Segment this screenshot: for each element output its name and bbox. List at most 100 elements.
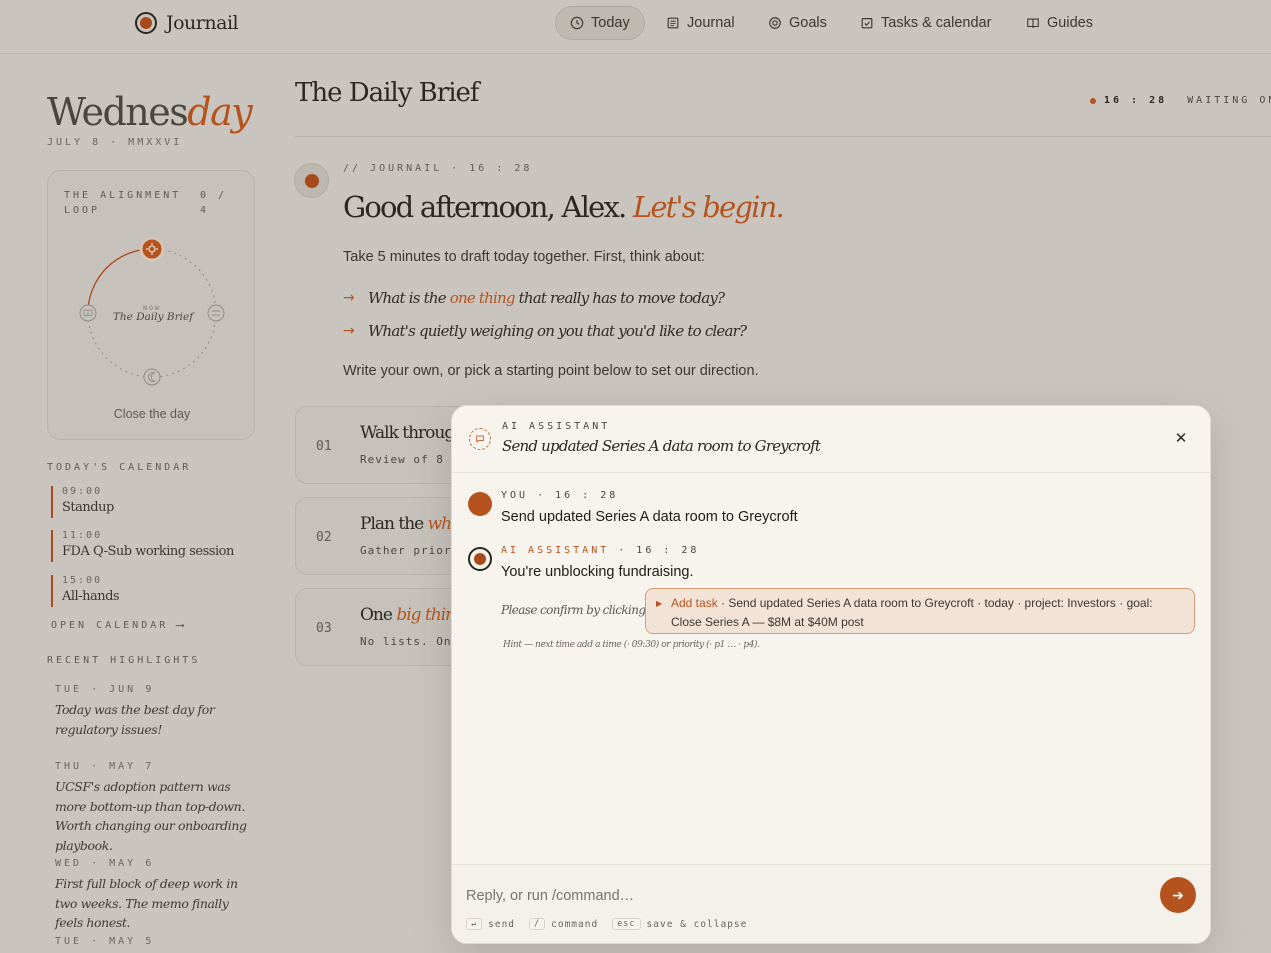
nav-tab-label: Journal <box>687 15 735 31</box>
loop-current-step: The Daily Brief <box>112 311 194 323</box>
calendar-event[interactable]: 09:00 Standup <box>51 486 114 518</box>
nav-tab-label: Guides <box>1047 15 1093 31</box>
calendar-section-label: TODAY'S CALENDAR <box>47 462 192 473</box>
clock-icon <box>570 16 584 30</box>
highlights-section-label: RECENT HIGHLIGHTS <box>47 655 201 666</box>
event-time: 11:00 <box>62 530 103 541</box>
nav-tab-tasks-calendar[interactable]: Tasks & calendar <box>846 6 1005 40</box>
nav-tab-label: Goals <box>789 15 827 31</box>
date-subtitle: JULY 8 · MMXXVI <box>47 137 183 148</box>
highlight-date: THU · MAY 7 <box>55 761 155 772</box>
greeting-heading: Good afternoon, Alex. Let's begin. <box>343 190 785 224</box>
dialog-kicker: AI ASSISTANT <box>502 421 611 432</box>
shortcut-save-collapse: esc save & collapse <box>612 918 747 930</box>
loop-progress-count: 0 / 4 <box>200 190 228 216</box>
status-text: WAITING ON Y <box>1187 95 1271 106</box>
highlight-date: TUE · MAY 5 <box>55 936 155 947</box>
nav-tab-label: Today <box>591 15 630 31</box>
reply-input[interactable] <box>466 885 1146 907</box>
loop-step-tasks-icon[interactable] <box>207 304 225 322</box>
starter-number: 01 <box>316 439 332 454</box>
starter-number: 02 <box>316 530 332 545</box>
shortcut-send: ↵ send <box>466 918 515 930</box>
arrow-right-icon: → <box>343 323 355 339</box>
nav-tab-journal[interactable]: Journal <box>652 6 749 40</box>
event-name: All-hands <box>62 589 120 604</box>
notebook-icon <box>667 17 679 29</box>
arrow-right-icon: ➔ <box>1172 886 1184 903</box>
starter-number: 03 <box>316 621 332 636</box>
target-icon <box>769 17 781 29</box>
alignment-loop-card: THE ALIGNMENT LOOP 0 / 4 NOW The Daily B… <box>47 170 255 440</box>
nav-tab-goals[interactable]: Goals <box>754 6 841 40</box>
reflection-prompt: → What's quietly weighing on you that yo… <box>343 322 747 340</box>
highlight-item[interactable]: TUE · MAY 5 <box>55 936 255 947</box>
assistant-message-text: You're unblocking fundraising. <box>501 564 694 580</box>
status-dot-icon <box>1090 97 1096 104</box>
intro-text: Take 5 minutes to draft today together. … <box>343 249 705 265</box>
arrow-right-icon: → <box>343 290 355 306</box>
highlight-item[interactable]: THU · MAY 7 UCSF's adoption pattern was … <box>55 761 255 855</box>
nav-tab-today[interactable]: Today <box>555 6 645 40</box>
starter-subtitle: Gather priori <box>360 544 460 557</box>
starter-subtitle: No lists. One <box>360 635 460 648</box>
app-name: Journail <box>166 12 239 34</box>
open-calendar-link[interactable]: OPEN CALENDAR ⟶ <box>51 618 184 632</box>
highlight-item[interactable]: TUE · JUN 9 Today was the best day for r… <box>55 684 255 739</box>
weekday-heading: Wednesday <box>47 90 253 134</box>
starter-title: One big thing <box>360 605 466 625</box>
arrow-right-icon: ⟶ <box>176 618 184 632</box>
loop-title: THE ALIGNMENT LOOP <box>64 190 182 216</box>
highlight-text: Today was the best day for regulatory is… <box>55 702 215 737</box>
event-name: Standup <box>62 500 114 515</box>
ai-assistant-dialog: AI ASSISTANT Send updated Series A data … <box>451 405 1211 944</box>
dialog-title: Send updated Series A data room to Greyc… <box>502 437 821 455</box>
add-task-action-button[interactable]: ▶ Add task · Send updated Series A data … <box>645 588 1195 634</box>
starter-title: Walk throug <box>360 423 455 443</box>
action-detail: · Send updated Series A data room to Gre… <box>671 596 1153 629</box>
app-logo[interactable]: Journail <box>135 12 239 34</box>
confirm-prompt: Please confirm by clicking: <box>501 603 649 617</box>
user-message-text: Send updated Series A data room to Greyc… <box>501 509 798 525</box>
highlight-date: TUE · JUN 9 <box>55 684 155 695</box>
highlight-date: WED · MAY 6 <box>55 858 155 869</box>
user-message-meta: YOU · 16 : 28 <box>501 490 619 501</box>
action-label: Add task <box>671 596 718 610</box>
reply-composer: ➔ ↵send /command escsave & collapse <box>452 864 1210 943</box>
book-icon <box>1027 18 1039 28</box>
loop-step-journal-icon[interactable] <box>79 304 97 322</box>
event-time: 15:00 <box>62 575 103 586</box>
top-navigation-bar: Journail Today Journal Goals Tasks & cal… <box>0 0 1271 54</box>
shortcut-command: / command <box>529 918 598 930</box>
page-title: The Daily Brief <box>295 78 480 108</box>
journail-avatar <box>294 163 329 198</box>
hint-text: Hint — next time add a time (· 09:30) or… <box>503 640 760 650</box>
event-time: 09:00 <box>62 486 103 497</box>
user-avatar <box>468 492 492 516</box>
starter-title: Plan the who <box>360 514 461 534</box>
highlight-text: First full block of deep work in two wee… <box>55 876 238 930</box>
nav-tab-label: Tasks & calendar <box>881 15 992 31</box>
play-triangle-icon: ▶ <box>656 599 663 608</box>
calendar-check-icon <box>861 18 873 29</box>
open-calendar-label: OPEN CALENDAR <box>51 619 169 631</box>
dialog-header: AI ASSISTANT Send updated Series A data … <box>452 406 1210 473</box>
loop-close-day-label[interactable]: Close the day <box>48 407 256 421</box>
assistant-avatar <box>468 547 492 571</box>
loop-step-close-icon[interactable] <box>143 368 161 386</box>
assistant-message-meta: AI ASSISTANT · 16 : 28 <box>501 545 700 556</box>
send-button[interactable]: ➔ <box>1160 877 1196 913</box>
reflection-prompt: → What is the one thing that really has … <box>343 289 725 307</box>
loop-step-brief-icon[interactable] <box>139 236 165 262</box>
message-meta: // JOURNAIL · 16 : 28 <box>343 163 533 174</box>
nav-tab-guides[interactable]: Guides <box>1012 6 1107 40</box>
calendar-event[interactable]: 11:00 FDA Q-Sub working session <box>51 530 234 562</box>
outro-text: Write your own, or pick a starting point… <box>343 363 759 379</box>
divider <box>295 136 1271 137</box>
calendar-event[interactable]: 15:00 All-hands <box>51 575 120 607</box>
keyboard-shortcuts: ↵ send / command esc save & collapse <box>466 918 753 930</box>
event-name: FDA Q-Sub working session <box>62 544 234 559</box>
highlight-item[interactable]: WED · MAY 6 First full block of deep wor… <box>55 858 255 933</box>
starter-subtitle: Review of 8 a <box>360 453 460 466</box>
close-icon[interactable]: ✕ <box>1171 428 1191 448</box>
